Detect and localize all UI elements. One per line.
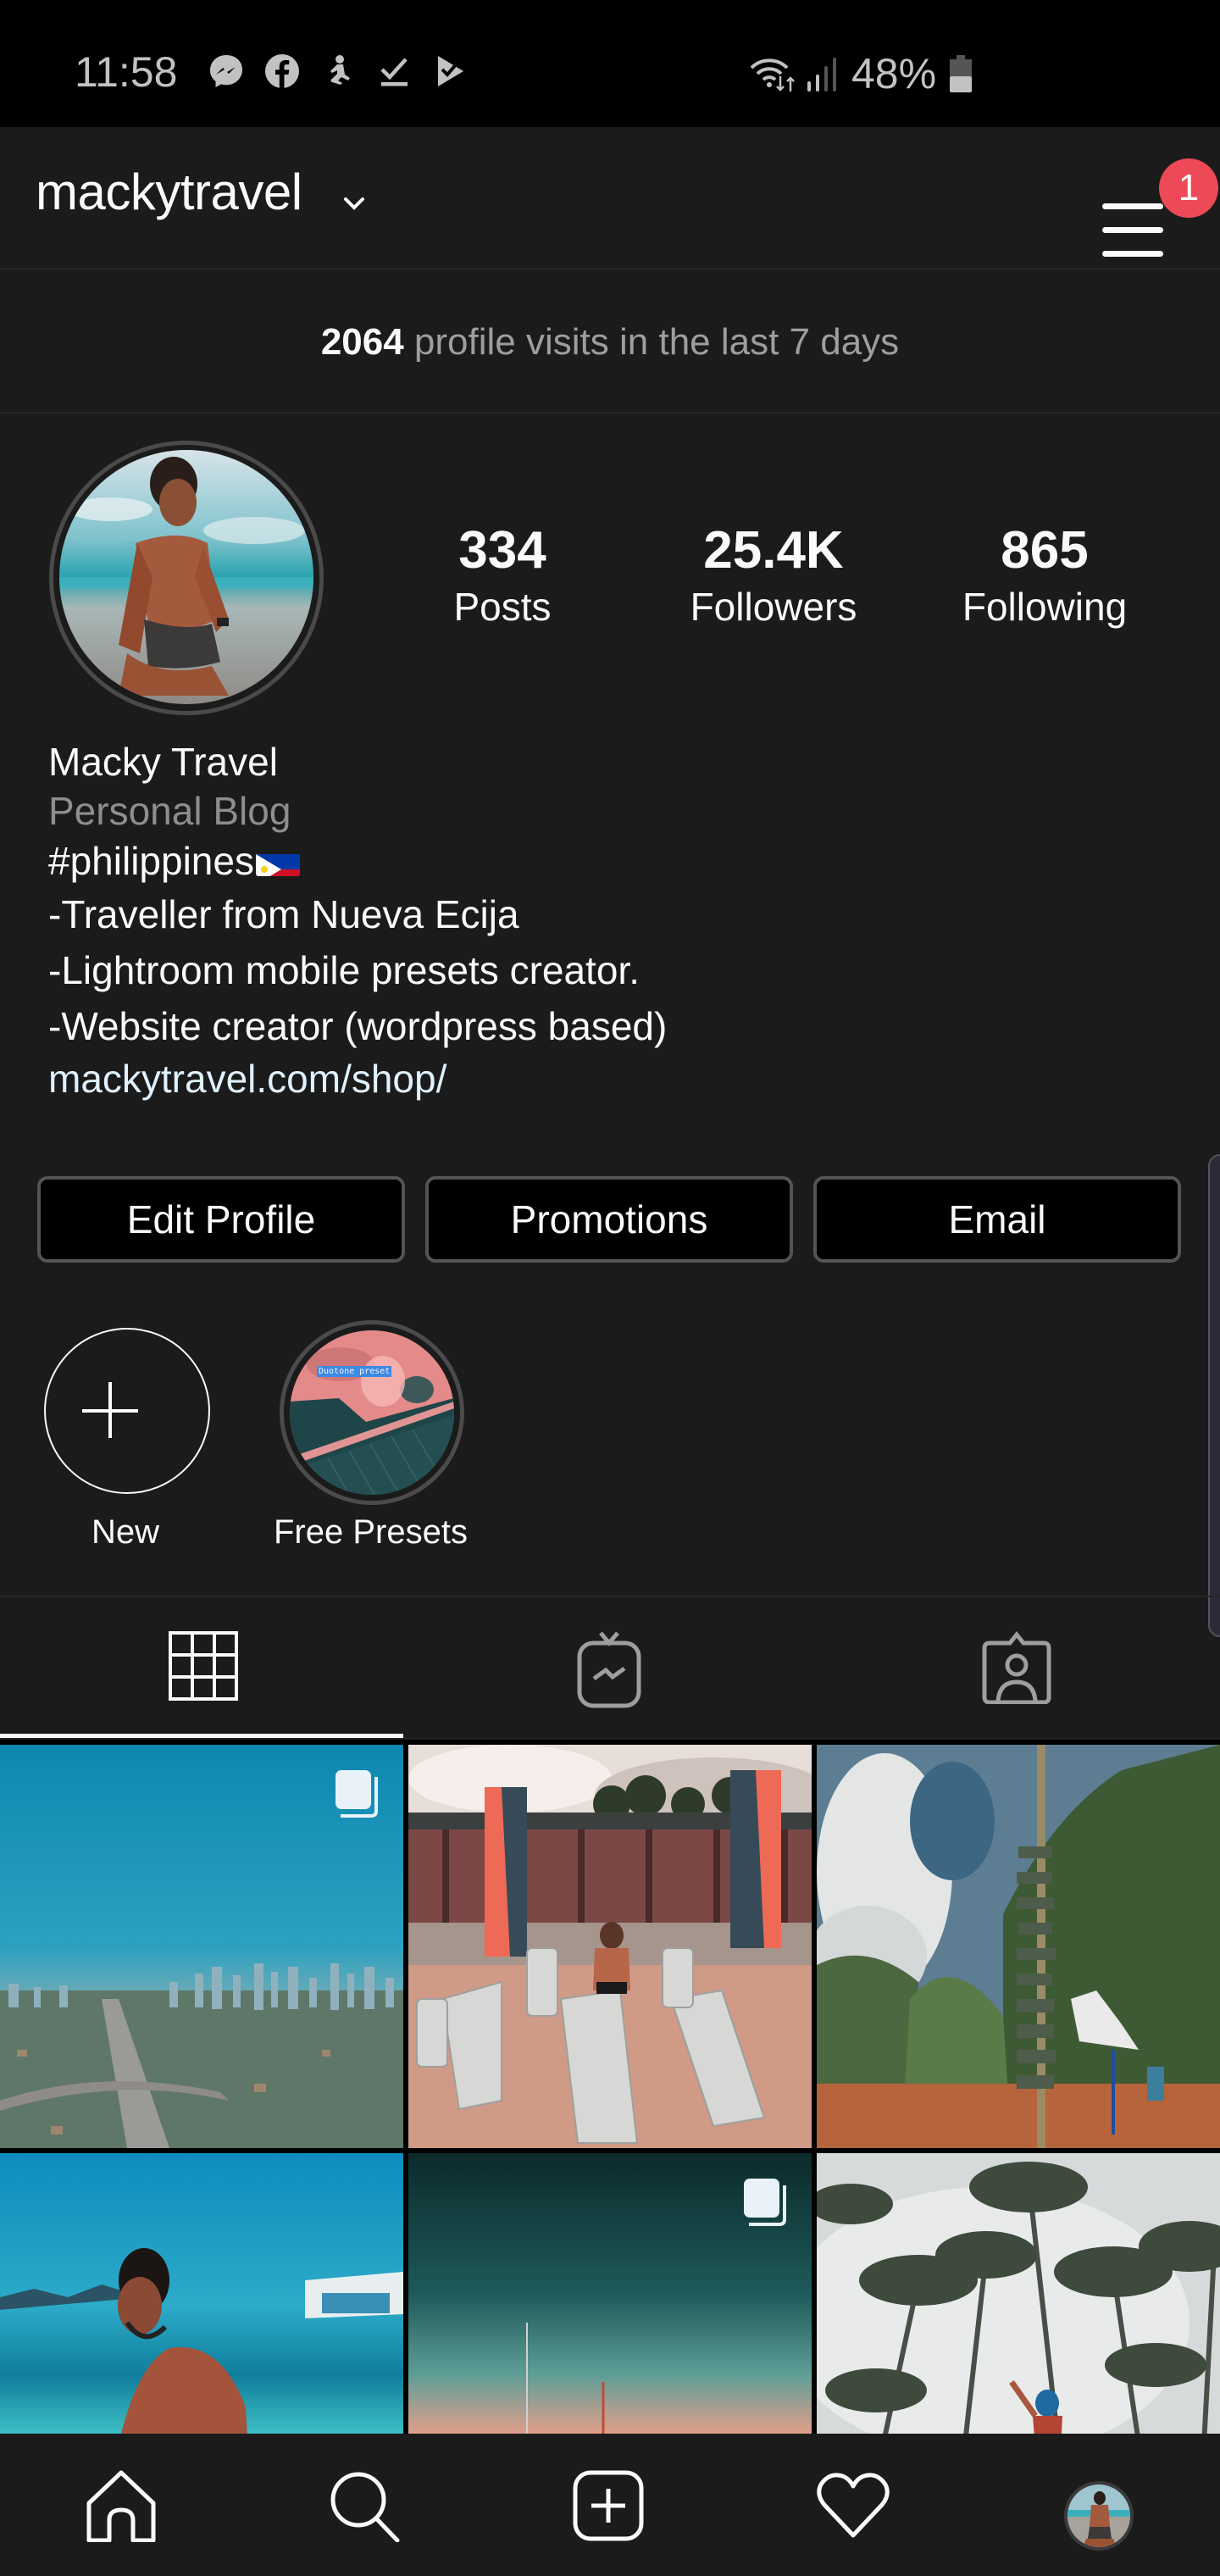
website-link[interactable]: mackytravel.com/shop/ (48, 1054, 667, 1103)
post-photo-beach-loungers (408, 1745, 812, 2148)
posts-count: 334 (458, 521, 546, 580)
hamburger-menu-icon-line (1102, 227, 1163, 233)
multiple-photos-icon (744, 2179, 786, 2226)
grid-icon (169, 1631, 238, 1701)
bio-line: -Traveller from Nueva Ecija (48, 892, 519, 936)
tagged-person-icon (982, 1631, 1051, 1704)
posts-grid (0, 1740, 1220, 2434)
promotions-button[interactable]: Promotions (425, 1176, 793, 1263)
play-store-update-icon (438, 56, 463, 86)
heart-icon (817, 2473, 890, 2538)
system-icons: 48% (750, 49, 973, 98)
profile-tabs (0, 1596, 1220, 1741)
nav-search[interactable] (318, 2468, 411, 2544)
avatar-photo (59, 450, 313, 704)
post-photo-signpost (817, 1745, 1220, 2148)
post-tile[interactable] (817, 1745, 1220, 2148)
status-time: 11:58 (75, 48, 178, 96)
highlight-label-free-presets: Free Presets (274, 1513, 468, 1551)
nav-new-post[interactable] (562, 2468, 655, 2544)
notification-icons (208, 53, 469, 90)
post-photo-palm-jump (817, 2153, 1220, 2434)
tab-igtv[interactable] (407, 1597, 813, 1741)
stat-posts[interactable]: 334 Posts (392, 519, 613, 630)
visits-count: 2064 (320, 321, 404, 363)
stat-following[interactable]: 865 Following (934, 519, 1155, 630)
plus-icon-stroke (108, 1382, 112, 1438)
nav-home[interactable] (75, 2468, 168, 2544)
messenger-icon (210, 55, 242, 87)
facebook-icon (265, 54, 299, 88)
hamburger-menu-icon-line (1102, 251, 1163, 257)
profile-category: Personal Blog (48, 789, 291, 833)
followers-count: 25.4K (703, 521, 844, 580)
post-tile[interactable] (408, 2153, 812, 2434)
visits-label: profile visits in the last 7 days (403, 321, 900, 363)
posts-label: Posts (453, 585, 552, 629)
status-bar: 11:58 48% (0, 0, 1220, 127)
notification-badge: 1 (1159, 158, 1218, 218)
battery-percent: 48% (851, 50, 937, 97)
add-post-icon (573, 2470, 644, 2541)
download-done-icon (380, 58, 408, 86)
bio-line: -Website creator (wordpress based) (48, 1004, 668, 1048)
nav-activity[interactable] (807, 2468, 900, 2544)
nav-profile-avatar[interactable] (1064, 2481, 1134, 2551)
edge-panel-handle[interactable] (1208, 1154, 1220, 1637)
post-photo-beach-man (0, 2153, 403, 2434)
new-highlight-button[interactable] (44, 1328, 210, 1494)
tab-tagged[interactable] (813, 1597, 1220, 1741)
home-icon (86, 2470, 156, 2542)
search-icon (330, 2472, 400, 2542)
bio-hashtag[interactable]: #philippines (48, 839, 254, 883)
highlight-thumb-caption: Duotone preset (317, 1366, 392, 1377)
edit-profile-button[interactable]: Edit Profile (37, 1176, 405, 1263)
tab-grid[interactable] (0, 1597, 407, 1741)
email-button[interactable]: Email (813, 1176, 1181, 1263)
stat-followers[interactable]: 25.4K Followers (663, 519, 884, 630)
post-tile[interactable] (408, 1745, 812, 2148)
tabs-divider (0, 1738, 1220, 1739)
menu-button[interactable]: 1 (1093, 158, 1218, 257)
multiple-photos-icon (336, 1770, 378, 1818)
chevron-down-icon[interactable] (339, 188, 369, 219)
following-label: Following (962, 585, 1128, 629)
profile-name: Macky Travel (48, 740, 278, 784)
wifi-icon (750, 58, 795, 92)
igtv-icon (577, 1631, 641, 1708)
post-tile[interactable] (0, 2153, 403, 2434)
profile-bio: Macky Travel Personal Blog #philippines … (48, 737, 667, 1103)
followers-label: Followers (690, 585, 857, 629)
app-header: mackytravel 1 (0, 127, 1220, 269)
username-switcher[interactable]: mackytravel (36, 163, 302, 221)
following-count: 865 (1001, 521, 1089, 580)
post-tile[interactable] (0, 1745, 403, 2148)
fitness-icon (330, 55, 350, 85)
post-tile[interactable] (817, 2153, 1220, 2434)
profile-actions: Edit Profile Promotions Email (37, 1176, 1181, 1263)
bottom-navigation (0, 2434, 1220, 2576)
highlight-label-new: New (92, 1513, 160, 1551)
profile-avatar[interactable] (59, 450, 313, 704)
profile-visits-banner[interactable]: 2064 profile visits in the last 7 days (0, 271, 1220, 414)
signal-icon (807, 58, 836, 92)
bio-line: -Lightroom mobile presets creator. (48, 948, 640, 992)
highlight-free-presets[interactable]: Duotone preset (290, 1330, 454, 1495)
hamburger-menu-icon (1102, 203, 1163, 209)
philippines-flag-icon (255, 846, 300, 876)
profile-avatar-thumb (1068, 2484, 1130, 2547)
bio-hashtag-line: #philippines (48, 836, 667, 886)
battery-icon (950, 55, 973, 92)
highlight-thumbnail (290, 1330, 454, 1495)
